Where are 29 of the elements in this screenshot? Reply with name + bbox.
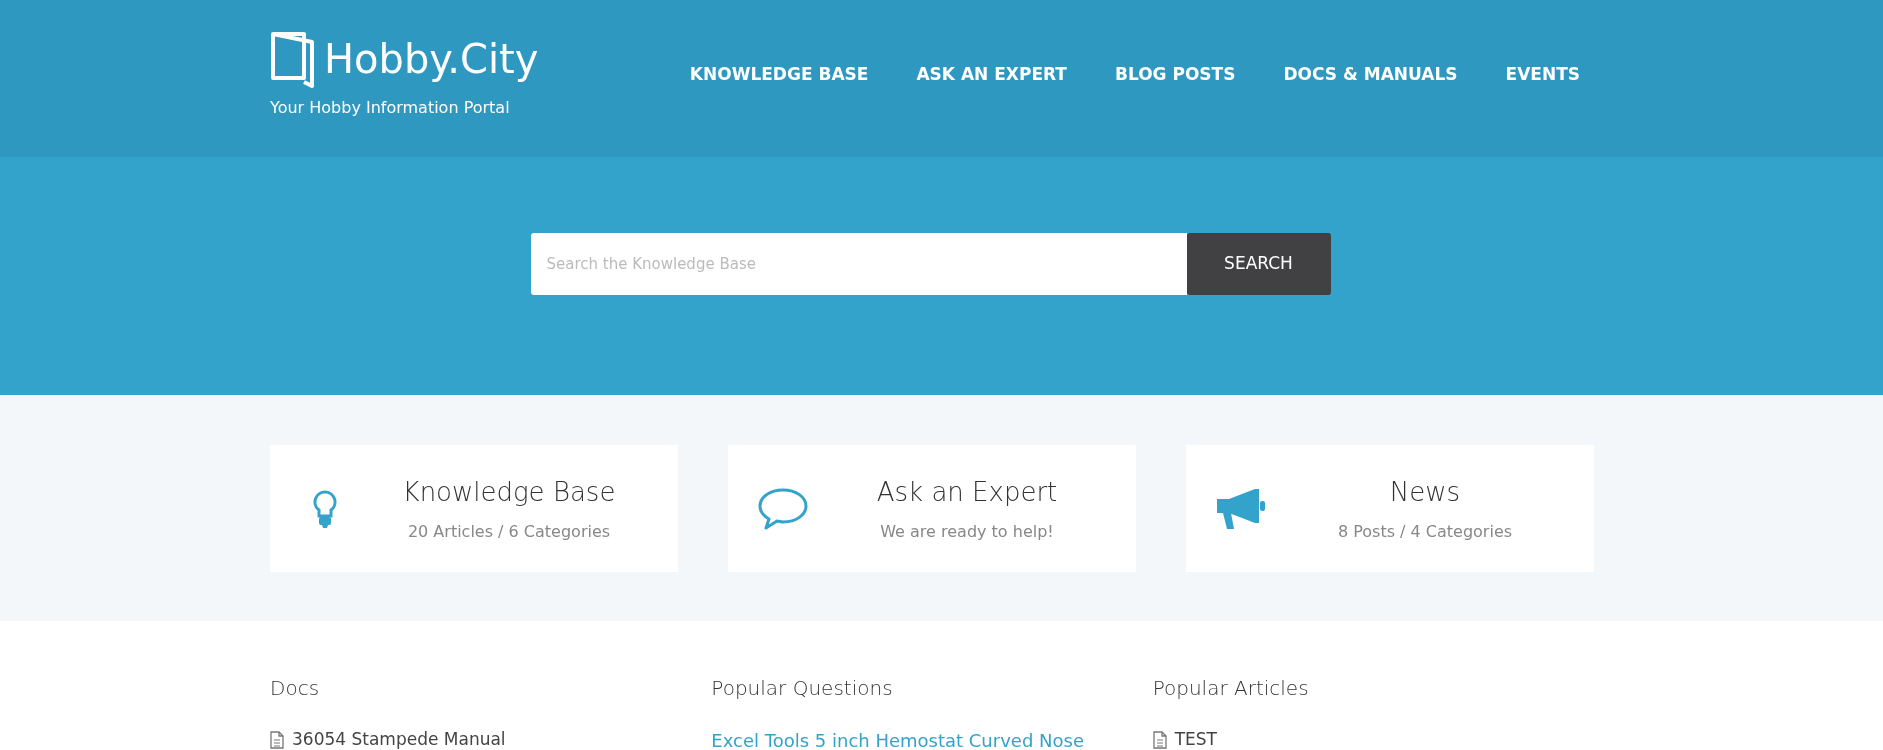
megaphone-icon — [1215, 486, 1267, 531]
card-subtitle: 20 Articles / 6 Categories — [406, 521, 612, 543]
nav-link-item[interactable]: BLOG POSTS — [1114, 61, 1236, 88]
document-icon — [1152, 730, 1167, 749]
card-subtitle: We are ready to help! — [879, 521, 1055, 543]
document-link[interactable]: TEST — [1174, 727, 1217, 750]
book-icon — [270, 29, 316, 88]
nav-link-item[interactable]: EVENTS — [1505, 61, 1580, 88]
lightbulb-icon — [312, 488, 338, 529]
nav-link-item[interactable]: ASK AN EXPERT — [916, 61, 1067, 88]
speech-bubble-icon — [757, 486, 809, 531]
info-card[interactable]: Ask an Expert We are ready to help! — [728, 445, 1136, 572]
card-title: Knowledge Base — [402, 476, 616, 509]
card-title: News — [1389, 476, 1461, 509]
document-link[interactable]: 36054 Stampede Manual — [292, 727, 506, 750]
info-card[interactable]: Knowledge Base 20 Articles / 6 Categories — [270, 445, 678, 572]
document-icon — [270, 730, 284, 749]
card-title: Ask an Expert — [876, 476, 1058, 509]
nav-link-item[interactable]: KNOWLEDGE BASE — [689, 61, 869, 88]
nav-link-item[interactable]: DOCS & MANUALS — [1283, 61, 1458, 88]
search-field[interactable]: Search the Knowledge Base — [530, 233, 1187, 295]
search-button[interactable]: SEARCH — [1186, 233, 1331, 295]
section-heading: Docs — [270, 675, 321, 702]
section-heading: Popular Articles — [1152, 675, 1310, 702]
info-card[interactable]: News 8 Posts / 4 Categories — [1186, 445, 1594, 572]
site-tagline: Your Hobby Information Portal — [270, 96, 511, 119]
question-link[interactable]: Excel Tools 5 inch Hemostat Curved Nose — [711, 727, 1084, 750]
section-heading: Popular Questions — [711, 675, 894, 702]
card-subtitle: 8 Posts / 4 Categories — [1336, 521, 1514, 543]
